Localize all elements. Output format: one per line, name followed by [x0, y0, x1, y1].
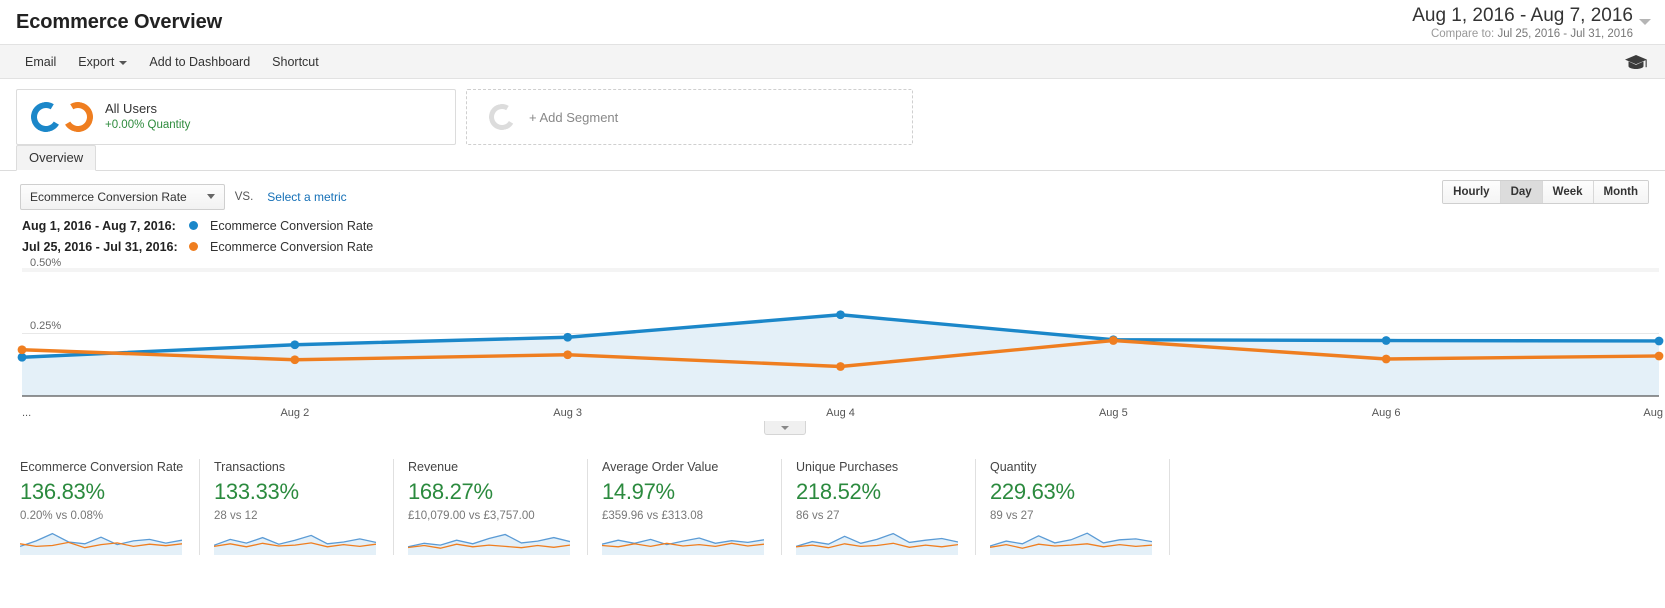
graduation-cap-icon[interactable] [1625, 55, 1647, 75]
page-header: Ecommerce Overview Aug 1, 2016 - Aug 7, … [0, 0, 1665, 44]
chart-legend: Aug 1, 2016 - Aug 7, 2016: Ecommerce Con… [0, 211, 1665, 257]
x-axis-tick-0: ... [22, 407, 32, 419]
y-axis-label-top: 0.50% [30, 257, 62, 269]
metric-card-comparison: 0.20% vs 0.08% [20, 510, 104, 523]
metric-card-value: 218.52% [796, 479, 881, 505]
tab-overview-label: Overview [29, 150, 84, 165]
x-axis-tick-3: Aug 4 [826, 407, 855, 419]
metric-card-sparkline [408, 534, 570, 556]
action-toolbar: Email Export Add to Dashboard Shortcut [0, 44, 1665, 79]
chevron-down-icon[interactable] [1639, 18, 1651, 25]
granularity-selector: Hourly Day Week Month [1442, 180, 1649, 204]
metric-card-value: 229.63% [990, 479, 1075, 505]
ring-orange-icon [59, 98, 97, 136]
metric-card-value: 14.97% [602, 479, 675, 505]
ring-blue-icon [27, 98, 65, 136]
add-to-dashboard-button[interactable]: Add to Dashboard [140, 51, 259, 73]
date-range-primary: Aug 1, 2016 - Aug 7, 2016 [1412, 4, 1633, 26]
metric-cards: Ecommerce Conversion Rate 136.83% 0.20% vs… [0, 449, 1665, 556]
metric-card-sparkline [602, 537, 764, 556]
metric-card-comparison: 28 vs 12 [214, 510, 258, 523]
x-axis-tick-6: Aug [1643, 407, 1663, 419]
chart-zoom-handle[interactable] [764, 421, 806, 435]
legend-dot-orange-icon [189, 242, 198, 251]
metric-card[interactable]: Revenue 168.27% £10,079.00 vs £3,757.00 [408, 459, 588, 556]
metric-card[interactable]: Transactions 133.33% 28 vs 12 [214, 459, 394, 556]
granularity-hourly[interactable]: Hourly [1443, 181, 1501, 203]
metric-card-value: 136.83% [20, 479, 105, 505]
page-title: Ecommerce Overview [16, 10, 223, 33]
legend-dot-blue-icon [189, 221, 198, 230]
x-axis-tick-4: Aug 5 [1098, 407, 1128, 419]
metric-card-title: Transactions [214, 460, 286, 474]
granularity-day[interactable]: Day [1500, 181, 1543, 203]
x-axis-tick-2: Aug 3 [553, 407, 583, 419]
legend-date-current: Aug 1, 2016 - Aug 7, 2016: [22, 218, 176, 233]
compare-range: Jul 25, 2016 - Jul 31, 2016 [1497, 28, 1633, 41]
metric-card-sparkline [214, 534, 376, 556]
chart-canvas [17, 268, 1664, 397]
y-axis-label-mid: 0.25% [30, 319, 62, 332]
tab-overview[interactable]: Overview [16, 145, 97, 171]
granularity-month[interactable]: Month [1593, 181, 1648, 203]
primary-metric-dropdown[interactable]: Ecommerce Conversion Rate [20, 183, 225, 210]
metric-card-comparison: £359.96 vs £313.08 [602, 510, 704, 523]
legend-label-current: Ecommerce Conversion Rate [210, 218, 374, 233]
metric-card[interactable]: Average Order Value 14.97% £359.96 vs £313… [602, 459, 782, 556]
granularity-week[interactable]: Week [1542, 181, 1594, 203]
metric-card-value: 168.27% [408, 479, 493, 505]
segment-subtext: +0.00% Quantity [105, 119, 191, 132]
segment-name: All Users [105, 101, 158, 117]
email-button[interactable]: Email [16, 51, 65, 73]
metric-card[interactable]: Quantity 229.63% 89 vs 27 [990, 459, 1170, 556]
metric-card-sparkline [796, 533, 958, 556]
chevron-down-icon [206, 194, 215, 199]
metric-card-title: Revenue [408, 460, 459, 474]
legend-date-compare: Jul 25, 2016 - Jul 31, 2016: [22, 239, 178, 254]
metric-card[interactable]: Unique Purchases 218.52% 86 vs 27 [796, 459, 976, 556]
metric-card-title: Average Order Value [602, 460, 719, 474]
legend-label-compare: Ecommerce Conversion Rate [210, 239, 374, 254]
compare-label: Compare to: [1430, 28, 1495, 41]
metric-card-sparkline [20, 533, 182, 556]
metric-card-value: 133.33% [214, 479, 299, 505]
timeline-chart[interactable]: 0.50% 0.25% ... Aug 2 Aug 3 Aug 4 Aug 5 Aug 6… [0, 257, 1665, 435]
metric-card-sparkline [990, 532, 1152, 556]
shortcut-label: Shortcut [272, 54, 319, 69]
metric-card[interactable]: Ecommerce Conversion Rate 136.83% 0.20% vs… [20, 459, 200, 556]
shortcut-button[interactable]: Shortcut [263, 51, 328, 73]
legend-item-current: Aug 1, 2016 - Aug 7, 2016: Ecommerce Con… [22, 215, 1665, 236]
primary-metric-label: Ecommerce Conversion Rate [30, 189, 187, 204]
metric-card-comparison: 86 vs 27 [796, 510, 840, 523]
export-label: Export [78, 54, 115, 69]
date-range-selector[interactable]: Aug 1, 2016 - Aug 7, 2016 Compare to: Ju… [1412, 3, 1651, 41]
segment-all-users[interactable]: All Users +0.00% Quantity [16, 89, 456, 145]
segment-bar: All Users +0.00% Quantity + Add Segment [0, 79, 1665, 145]
export-button[interactable]: Export [69, 51, 136, 73]
metric-card-title: Quantity [990, 460, 1037, 474]
add-segment-button[interactable]: + Add Segment [466, 89, 913, 145]
chevron-down-icon [781, 425, 789, 430]
email-label: Email [25, 54, 57, 69]
metric-selector-row: Ecommerce Conversion Rate VS. Select a m… [0, 171, 1665, 211]
select-a-metric-link[interactable]: Select a metric [267, 190, 346, 204]
metric-card-comparison: £10,079.00 vs £3,757.00 [408, 510, 535, 523]
add-segment-label: + Add Segment [529, 109, 619, 125]
chevron-down-icon [119, 60, 128, 65]
metric-card-title: Unique Purchases [796, 460, 899, 474]
tab-bar: Overview [0, 145, 1665, 171]
legend-item-compare: Jul 25, 2016 - Jul 31, 2016: Ecommerce C… [22, 236, 1665, 257]
metric-card-comparison: 89 vs 27 [990, 510, 1034, 523]
metric-card-title: Ecommerce Conversion Rate [20, 460, 184, 474]
add-to-dashboard-label: Add to Dashboard [149, 54, 251, 69]
ring-placeholder-icon [486, 101, 518, 133]
vs-label: VS. [234, 190, 254, 203]
segment-rings-icon [27, 98, 97, 136]
x-axis-tick-5: Aug 6 [1371, 407, 1401, 419]
x-axis-tick-1: Aug 2 [280, 407, 310, 419]
